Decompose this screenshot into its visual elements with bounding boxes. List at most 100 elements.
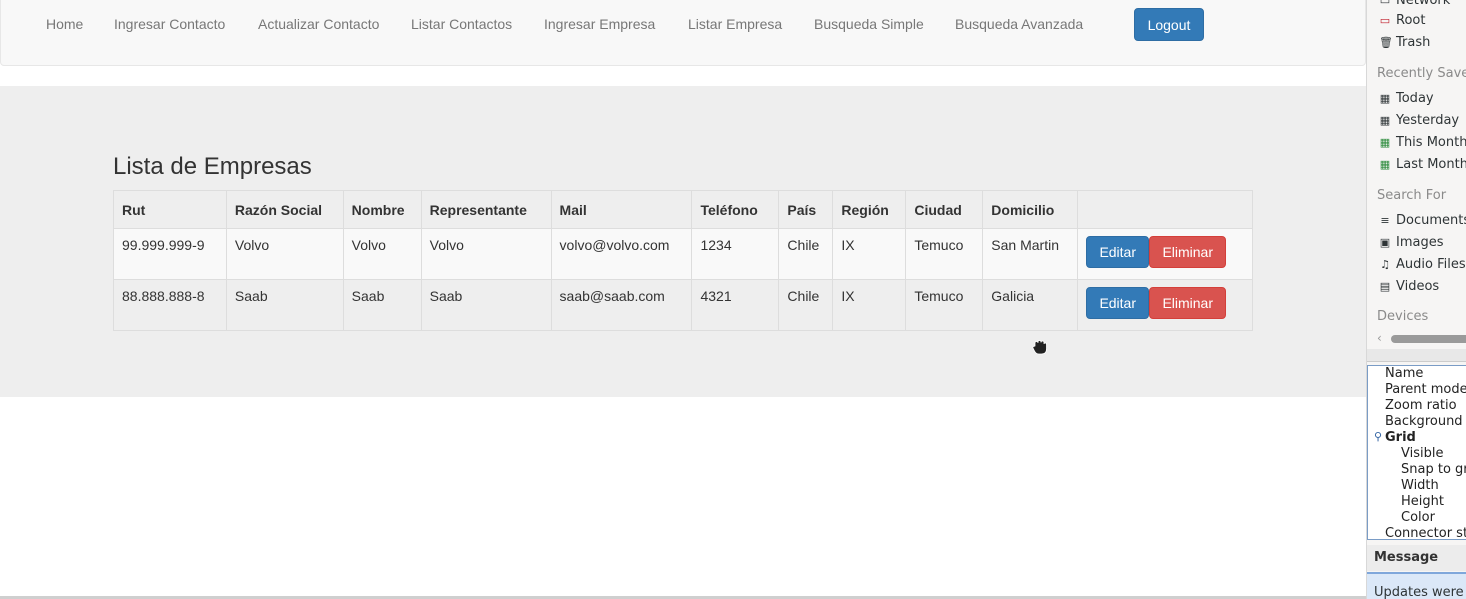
column-header-pais: País <box>778 190 834 229</box>
search-label: Documents <box>1396 213 1466 228</box>
cell-razon-social: Volvo <box>225 228 344 280</box>
calendar-icon: ▦ <box>1379 91 1391 105</box>
delete-button[interactable]: Eliminar <box>1149 236 1227 268</box>
expander-icon[interactable]: ⚲ <box>1374 430 1382 443</box>
recent-item-today[interactable]: ▦ Today <box>1379 91 1434 106</box>
prop-grid-color[interactable]: Color <box>1401 510 1435 525</box>
calendar-icon: ▦ <box>1379 135 1391 149</box>
prop-grid-height[interactable]: Height <box>1401 494 1444 509</box>
search-item-images[interactable]: ▣ Images <box>1379 235 1444 250</box>
cell-pais: Chile <box>778 228 834 280</box>
cell-telefono: 1234 <box>691 228 780 280</box>
nav-link-listar-contactos[interactable]: Listar Contactos <box>411 16 512 32</box>
prop-connector-style[interactable]: Connector st <box>1385 526 1466 541</box>
properties-toolbar <box>1367 349 1466 362</box>
edit-button[interactable]: Editar <box>1086 236 1150 268</box>
places-item-trash[interactable]: 🗑 Trash <box>1379 35 1430 50</box>
column-header-actions <box>1077 190 1253 229</box>
table-row: 99.999.999-9 Volvo Volvo Volvo volvo@vol… <box>113 228 1253 280</box>
column-header-ciudad: Ciudad <box>905 190 984 229</box>
scroll-left-arrow-icon[interactable]: ‹ <box>1377 331 1382 345</box>
search-label: Audio Files <box>1396 257 1466 272</box>
nav-link-ingresar-empresa[interactable]: Ingresar Empresa <box>544 16 655 32</box>
column-header-representante: Representante <box>420 190 552 229</box>
column-header-domicilio: Domicilio <box>982 190 1079 229</box>
cell-representante: Volvo <box>420 228 552 280</box>
trash-icon: 🗑 <box>1379 35 1393 49</box>
cell-ciudad: Temuco <box>905 279 984 331</box>
prop-name[interactable]: Name <box>1385 366 1423 381</box>
nav-link-actualizar-contacto[interactable]: Actualizar Contacto <box>258 16 379 32</box>
prop-background[interactable]: Background <box>1385 414 1463 429</box>
cell-nombre: Saab <box>342 279 422 331</box>
companies-table: Rut Razón Social Nombre Representante Ma… <box>113 190 1253 331</box>
column-header-rut: Rut <box>113 190 227 229</box>
cell-representante: Saab <box>420 279 552 331</box>
search-item-documents[interactable]: ≡ Documents <box>1379 213 1466 228</box>
nav-link-busqueda-simple[interactable]: Busqueda Simple <box>814 16 924 32</box>
cell-domicilio: San Martin <box>982 228 1079 280</box>
calendar-icon: ▦ <box>1379 157 1391 171</box>
cell-mail: saab@saab.com <box>550 279 693 331</box>
delete-button[interactable]: Eliminar <box>1149 287 1227 319</box>
search-item-videos[interactable]: ▤ Videos <box>1379 279 1439 294</box>
film-icon: ▤ <box>1379 279 1391 293</box>
recent-label: Last Month <box>1396 157 1466 172</box>
cell-pais: Chile <box>778 279 834 331</box>
logout-button[interactable]: Logout <box>1134 8 1204 41</box>
network-icon: ▭ <box>1379 0 1391 7</box>
recent-label: Today <box>1396 91 1434 106</box>
prop-grid[interactable]: Grid <box>1385 430 1416 445</box>
recent-item-this-month[interactable]: ▦ This Month <box>1379 135 1466 150</box>
hand-cursor-icon <box>1032 340 1047 355</box>
recent-label: This Month <box>1396 135 1466 150</box>
recent-item-last-month[interactable]: ▦ Last Month <box>1379 157 1466 172</box>
cell-actions: Editar Eliminar <box>1077 228 1253 280</box>
cell-region: IX <box>832 279 907 331</box>
music-note-icon: ♫ <box>1380 257 1390 271</box>
nav-link-busqueda-avanzada[interactable]: Busqueda Avanzada <box>955 16 1083 32</box>
table-header-row: Rut Razón Social Nombre Representante Ma… <box>113 190 1253 229</box>
table-row: 88.888.888-8 Saab Saab Saab saab@saab.co… <box>113 279 1253 331</box>
message-panel-body: Updates were <box>1367 572 1466 599</box>
document-icon: ≡ <box>1380 213 1390 227</box>
nav-link-home[interactable]: Home <box>46 16 83 32</box>
prop-parent-mode[interactable]: Parent mode <box>1385 382 1466 397</box>
search-label: Videos <box>1396 279 1440 294</box>
nav-link-ingresar-contacto[interactable]: Ingresar Contacto <box>114 16 225 32</box>
cell-region: IX <box>832 228 907 280</box>
recent-item-yesterday[interactable]: ▦ Yesterday <box>1379 113 1459 128</box>
cell-ciudad: Temuco <box>905 228 984 280</box>
page-title: Lista de Empresas <box>113 153 312 180</box>
cell-mail: volvo@volvo.com <box>550 228 693 280</box>
places-label: Network <box>1396 0 1451 8</box>
prop-grid-visible[interactable]: Visible <box>1401 446 1443 461</box>
cell-telefono: 4321 <box>691 279 780 331</box>
search-item-audio[interactable]: ♫ Audio Files <box>1379 257 1466 272</box>
cell-razon-social: Saab <box>225 279 344 331</box>
prop-zoom-ratio[interactable]: Zoom ratio <box>1385 398 1457 413</box>
nav-link-listar-empresa[interactable]: Listar Empresa <box>688 16 782 32</box>
places-label: Trash <box>1396 35 1431 50</box>
top-navbar: Home Ingresar Contacto Actualizar Contac… <box>0 0 1366 66</box>
column-header-razon-social: Razón Social <box>225 190 344 229</box>
column-header-telefono: Teléfono <box>691 190 780 229</box>
prop-grid-snap[interactable]: Snap to gr <box>1401 462 1466 477</box>
recent-label: Yesterday <box>1396 113 1460 128</box>
places-label: Root <box>1396 13 1426 28</box>
cell-nombre: Volvo <box>342 228 422 280</box>
devices-header: Devices <box>1377 309 1429 324</box>
places-item-network[interactable]: ▭ Network <box>1379 0 1450 8</box>
side-panel: ▭ Network ▭ Root 🗑 Trash Recently Saved … <box>1366 0 1466 599</box>
prop-grid-width[interactable]: Width <box>1401 478 1439 493</box>
column-header-region: Región <box>832 190 907 229</box>
edit-button[interactable]: Editar <box>1086 287 1150 319</box>
browser-page: Home Ingresar Contacto Actualizar Contac… <box>0 0 1366 599</box>
root-folder-icon: ▭ <box>1379 13 1391 27</box>
places-item-root[interactable]: ▭ Root <box>1379 13 1426 28</box>
horizontal-scrollbar[interactable] <box>1391 335 1466 343</box>
recently-saved-header: Recently Saved <box>1377 66 1466 81</box>
column-header-nombre: Nombre <box>342 190 422 229</box>
column-header-mail: Mail <box>550 190 693 229</box>
calendar-icon: ▦ <box>1379 113 1391 127</box>
